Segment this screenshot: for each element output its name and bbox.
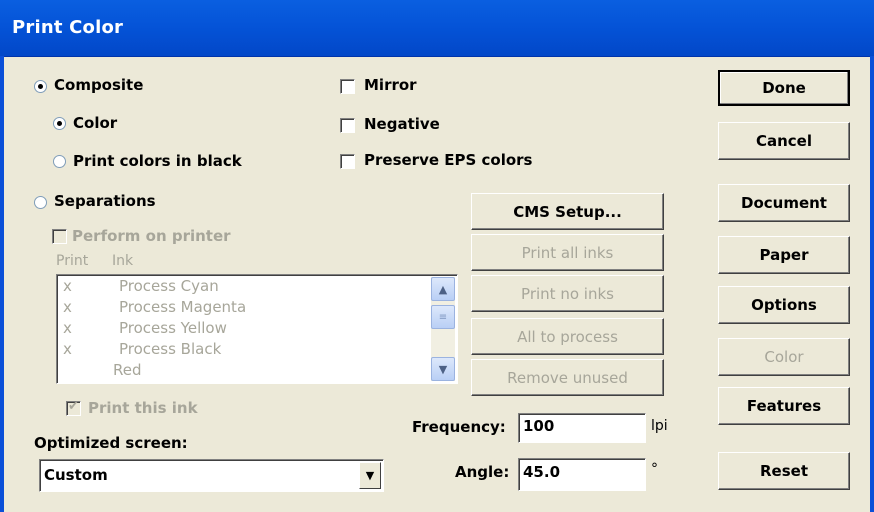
chevron-down-icon[interactable]: ▼ (359, 462, 381, 489)
ink-print-flag: x (63, 340, 72, 358)
reset-button[interactable]: Reset (718, 452, 850, 490)
mirror-label[interactable]: Mirror (364, 76, 417, 94)
preserve-eps-label[interactable]: Preserve EPS colors (364, 151, 532, 169)
preserve-eps-checkbox[interactable] (340, 154, 355, 169)
window-title: Print Color (12, 17, 124, 38)
col-header-print: Print (56, 253, 89, 269)
ink-list-scrollbar[interactable]: ▲ ≡ ▼ (431, 277, 455, 381)
cms-setup-button[interactable]: CMS Setup... (471, 193, 664, 230)
separations-label[interactable]: Separations (54, 192, 156, 210)
scroll-up-icon[interactable]: ▲ (431, 277, 455, 301)
cancel-button[interactable]: Cancel (718, 122, 850, 160)
scroll-thumb[interactable]: ≡ (431, 305, 455, 329)
frequency-unit: lpi (651, 418, 668, 434)
print-no-inks-button[interactable]: Print no inks (471, 275, 664, 312)
done-button[interactable]: Done (718, 70, 850, 106)
ink-name: Process Black (119, 340, 222, 358)
title-bar: Print Color (0, 0, 874, 57)
separations-radio[interactable] (34, 196, 47, 209)
options-button[interactable]: Options (718, 286, 850, 324)
ink-name: Red (113, 361, 142, 379)
col-header-ink: Ink (112, 253, 134, 269)
ink-name: Process Magenta (119, 298, 247, 316)
perform-on-printer-label: Perform on printer (72, 227, 231, 245)
ink-name: Process Cyan (119, 277, 219, 295)
features-button[interactable]: Features (718, 387, 850, 425)
angle-input[interactable]: 45.0 (518, 458, 646, 491)
ink-list[interactable]: x Process Cyan x Process Magenta x Proce… (56, 274, 458, 384)
angle-unit: ° (651, 461, 658, 477)
print-colors-black-radio[interactable] (53, 155, 66, 168)
angle-label: Angle: (455, 463, 510, 481)
document-button[interactable]: Document (718, 184, 850, 222)
scroll-down-icon[interactable]: ▼ (431, 357, 455, 381)
print-colors-black-label[interactable]: Print colors in black (73, 152, 242, 170)
checkmark-icon: ✔ (68, 399, 79, 414)
negative-label[interactable]: Negative (364, 115, 440, 133)
mirror-checkbox[interactable] (340, 79, 355, 94)
print-this-ink-checkbox[interactable]: ✔ (66, 399, 81, 416)
window-border-right (870, 56, 874, 512)
color-label[interactable]: Color (73, 114, 117, 132)
print-this-ink-label: Print this ink (88, 399, 198, 417)
ink-print-flag: x (63, 277, 72, 295)
ink-print-flag: x (63, 298, 72, 316)
optimized-screen-value: Custom (44, 466, 108, 484)
paper-button[interactable]: Paper (718, 236, 850, 274)
negative-checkbox[interactable] (340, 118, 355, 133)
frequency-input[interactable]: 100 (518, 413, 646, 443)
ink-name: Process Yellow (119, 319, 227, 337)
ink-print-flag: x (63, 319, 72, 337)
all-to-process-button[interactable]: All to process (471, 318, 664, 355)
color-button[interactable]: Color (718, 338, 850, 376)
composite-radio[interactable] (34, 80, 47, 93)
perform-on-printer-checkbox[interactable] (52, 229, 67, 244)
frequency-label: Frequency: (412, 418, 506, 436)
window-border-left (0, 56, 4, 512)
print-all-inks-button[interactable]: Print all inks (471, 234, 664, 271)
optimized-screen-dropdown[interactable]: Custom ▼ (39, 459, 384, 492)
color-radio[interactable] (53, 117, 66, 130)
composite-label[interactable]: Composite (54, 76, 143, 94)
remove-unused-button[interactable]: Remove unused (471, 359, 664, 396)
optimized-screen-label: Optimized screen: (34, 434, 188, 452)
